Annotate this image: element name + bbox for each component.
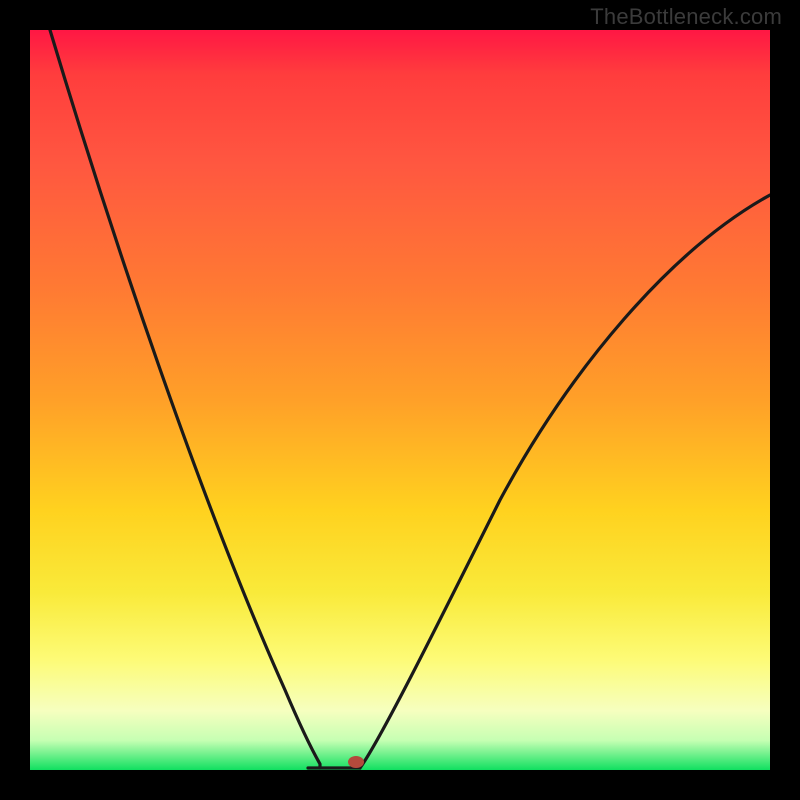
minimum-marker	[348, 756, 364, 768]
bottleneck-curve	[30, 30, 770, 770]
chart-black-frame: TheBottleneck.com	[0, 0, 800, 800]
watermark-text: TheBottleneck.com	[590, 4, 782, 30]
right-branch-path	[360, 195, 770, 768]
plot-area	[30, 30, 770, 770]
left-branch-path	[50, 30, 320, 768]
